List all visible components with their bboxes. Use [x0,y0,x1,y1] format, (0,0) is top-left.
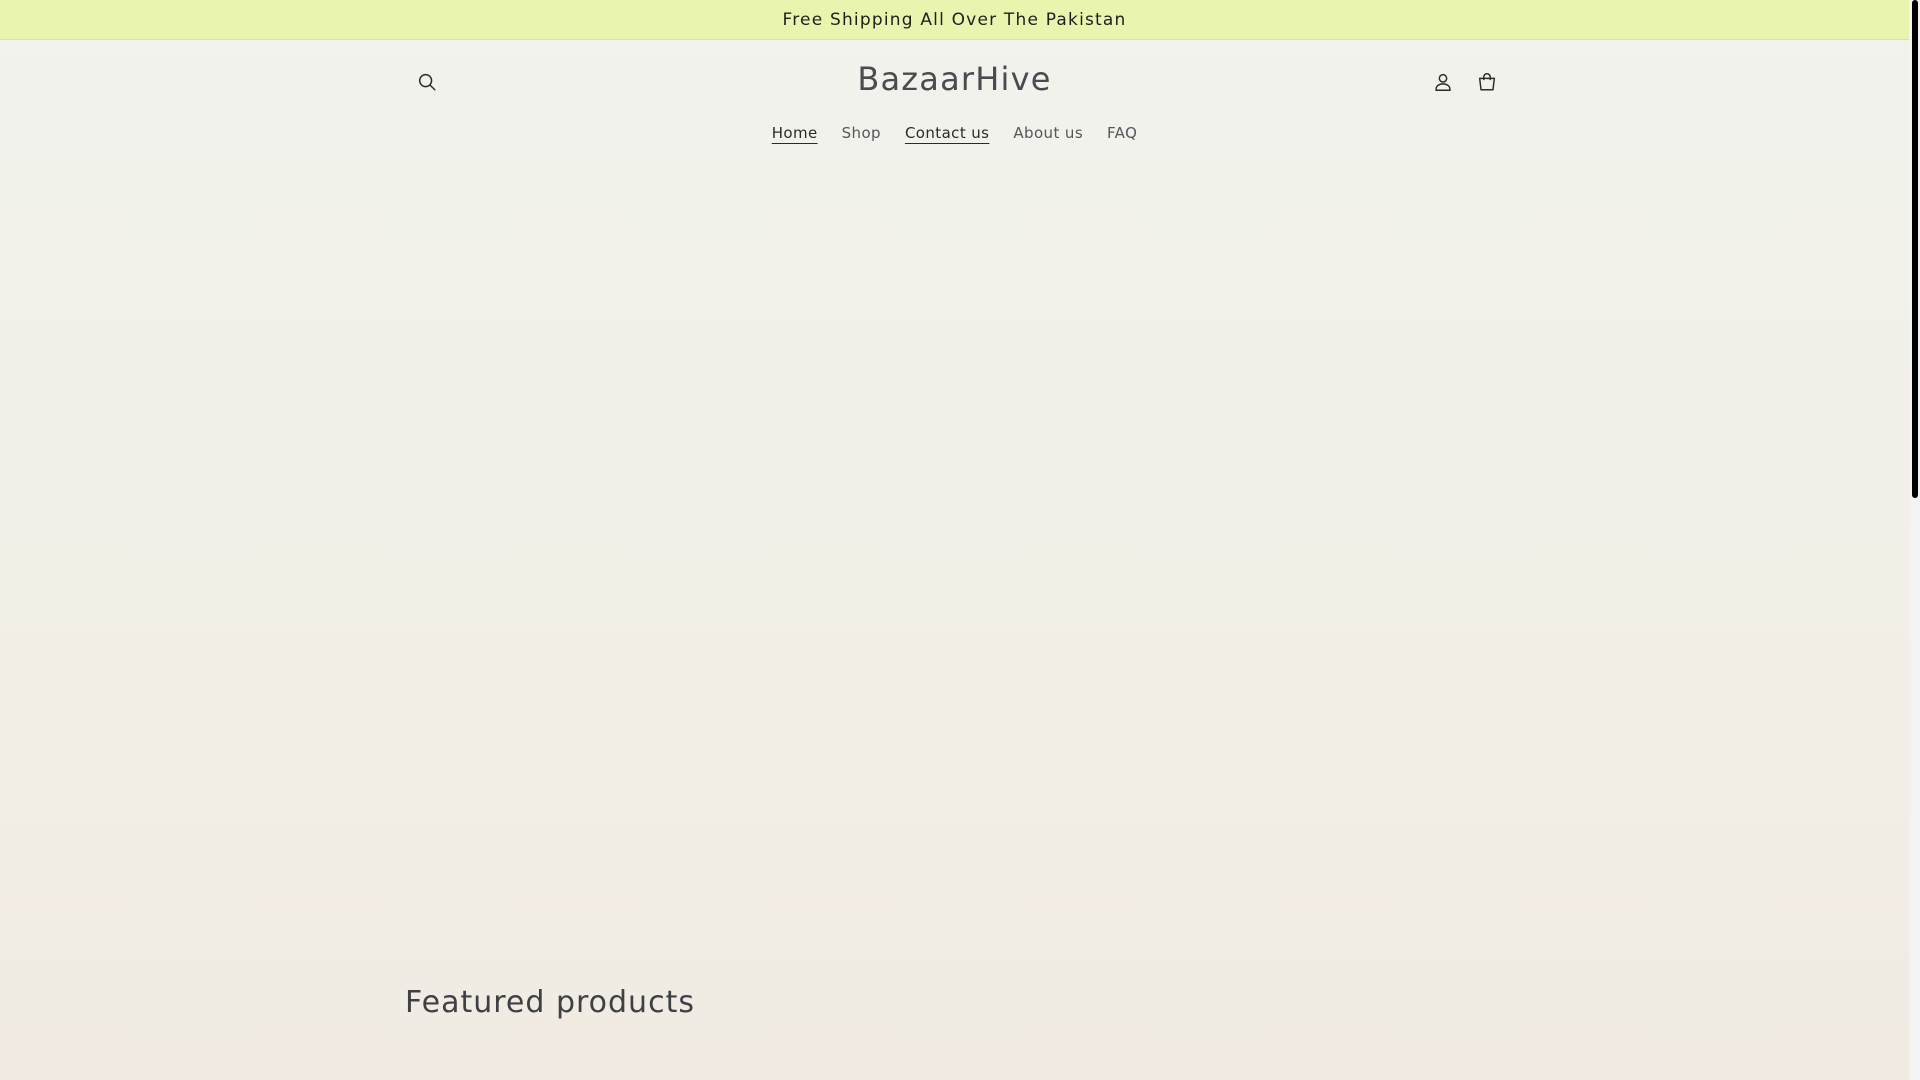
hero-banner [0,162,1909,952]
featured-products-title: Featured products [405,985,695,1020]
cart-button[interactable] [1467,62,1507,102]
account-button[interactable] [1423,62,1463,102]
account-icon [1435,73,1451,91]
nav-item-about-us[interactable]: About us [1001,124,1095,142]
announcement-bar: Free Shipping All Over The Pakistan [0,0,1909,40]
nav-item-faq[interactable]: FAQ [1095,124,1149,142]
nav-item-home[interactable]: Home [760,124,830,142]
announcement-text: Free Shipping All Over The Pakistan [782,9,1127,30]
site-logo[interactable]: BazaarHive [0,60,1909,98]
nav-item-contact-us[interactable]: Contact us [893,124,1001,142]
page: Free Shipping All Over The Pakistan Baza… [0,0,1909,1080]
nav-item-shop[interactable]: Shop [830,124,893,142]
main-nav: Home Shop Contact us About us FAQ [0,124,1909,142]
site-header: BazaarHive Home Shop Contact us About us… [0,40,1909,160]
page-scrollbar-thumb[interactable] [1912,0,1918,498]
cart-icon [1478,73,1496,91]
